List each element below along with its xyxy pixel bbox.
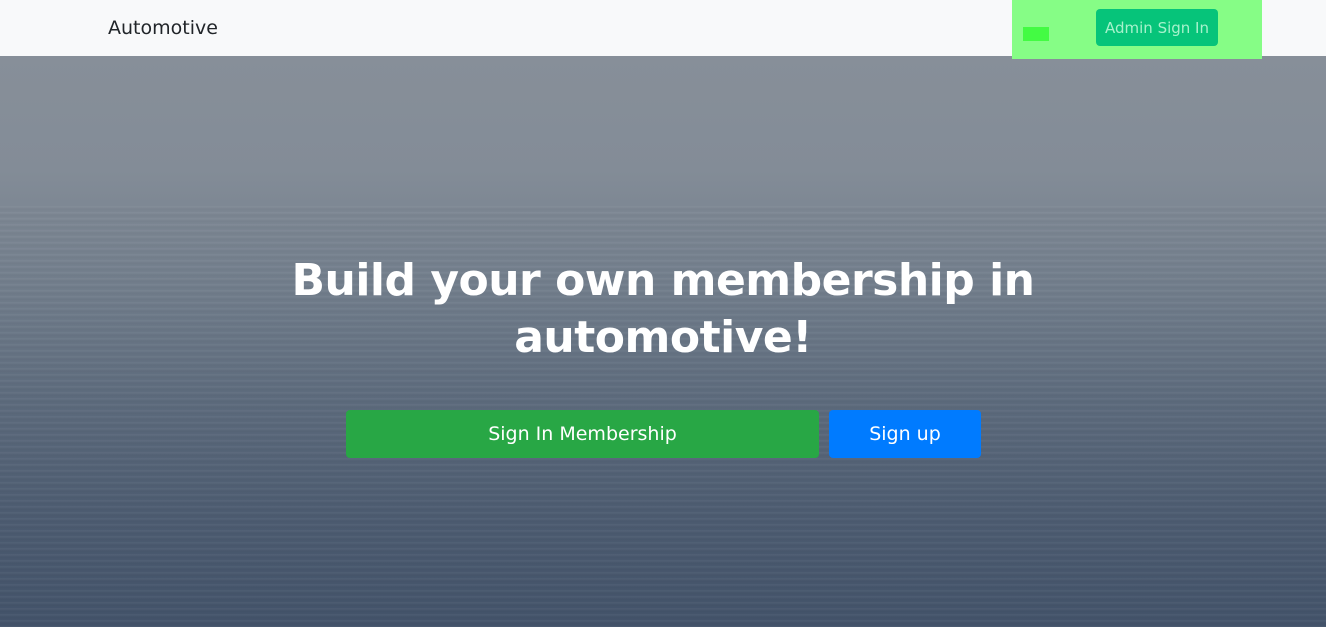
navbar: Automotive Admin Sign In	[0, 0, 1326, 59]
hero-headline: Build your own membership in automotive!	[291, 255, 1035, 363]
sign-in-membership-button[interactable]: Sign In Membership	[346, 410, 819, 458]
nav-toggle-marker[interactable]	[1023, 27, 1049, 41]
hero-section: Build your own membership in automotive!…	[0, 56, 1326, 627]
admin-sign-in-button[interactable]: Admin Sign In	[1096, 9, 1218, 46]
brand-link[interactable]: Automotive	[108, 16, 218, 40]
sign-up-button[interactable]: Sign up	[829, 410, 981, 458]
page: Automotive Admin Sign In Build your own …	[0, 0, 1326, 627]
